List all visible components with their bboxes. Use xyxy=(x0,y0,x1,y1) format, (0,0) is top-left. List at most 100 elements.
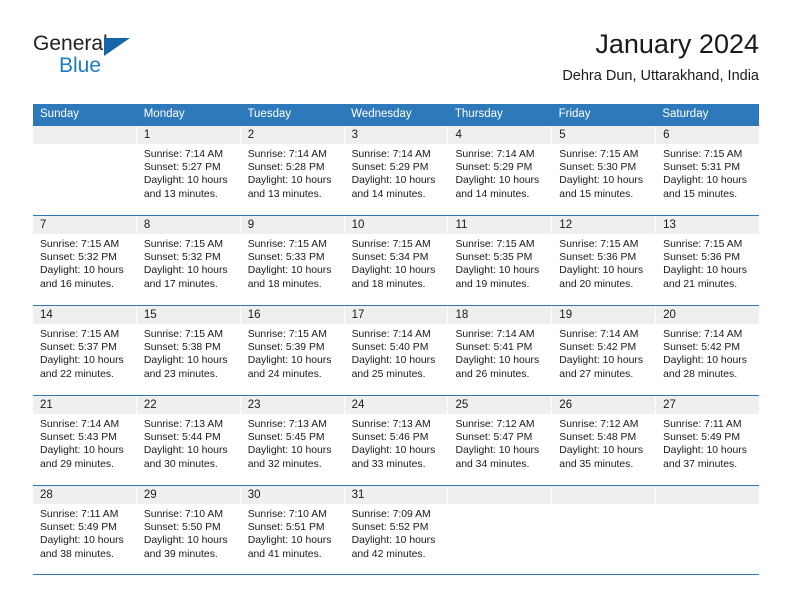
day-number: 30 xyxy=(240,486,344,504)
brand-name-blue: Blue xyxy=(59,54,102,77)
day-cell[interactable]: 3 Sunrise: 7:14 AM Sunset: 5:29 PM Daylight… xyxy=(344,126,449,215)
daylight-text-line1: Daylight: 10 hours xyxy=(559,445,644,457)
sunrise-text: Sunrise: 7:15 AM xyxy=(455,239,535,250)
day-cell[interactable]: 15 Sunrise: 7:15 AM Sunset: 5:38 PM Dayligh… xyxy=(136,306,241,395)
day-number: 13 xyxy=(656,216,760,234)
daylight-text-line1: Daylight: 10 hours xyxy=(247,265,332,277)
sunrise-text: Sunrise: 7:10 AM xyxy=(143,509,223,520)
day-cell[interactable]: 16 Sunrise: 7:15 AM Sunset: 5:39 PM Dayligh… xyxy=(240,306,345,395)
day-details: Sunrise: 7:11 AM Sunset: 5:49 PM Daylight:… xyxy=(33,504,136,561)
sunrise-text: Sunrise: 7:15 AM xyxy=(247,239,327,250)
daylight-text-line1: Daylight: 10 hours xyxy=(143,265,228,277)
day-cell[interactable]: 25 Sunrise: 7:12 AM Sunset: 5:47 PM Dayligh… xyxy=(448,396,553,485)
day-number xyxy=(552,486,656,504)
day-cell[interactable]: 10 Sunrise: 7:15 AM Sunset: 5:34 PM Dayligh… xyxy=(344,216,449,305)
sunset-text: Sunset: 5:33 PM xyxy=(247,252,325,264)
daylight-text-line1: Daylight: 10 hours xyxy=(143,355,228,367)
daylight-text-line1: Daylight: 10 hours xyxy=(40,265,124,277)
day-cell[interactable]: 2 Sunrise: 7:14 AM Sunset: 5:28 PM Daylight… xyxy=(240,126,345,215)
sunrise-text: Sunrise: 7:09 AM xyxy=(351,509,431,520)
daylight-text-line1: Daylight: 10 hours xyxy=(40,535,124,547)
day-cell[interactable] xyxy=(656,486,760,574)
brand-logo[interactable]: General Blue xyxy=(33,32,153,82)
daylight-text-line1: Daylight: 10 hours xyxy=(455,445,540,457)
day-number: 4 xyxy=(448,126,552,144)
weekday-header-monday: Monday xyxy=(143,108,185,120)
sunset-text: Sunset: 5:43 PM xyxy=(40,432,117,444)
day-cell[interactable]: 24 Sunrise: 7:13 AM Sunset: 5:46 PM Dayligh… xyxy=(344,396,449,485)
daylight-text-line1: Daylight: 10 hours xyxy=(247,445,332,457)
day-cell[interactable]: 1 Sunrise: 7:14 AM Sunset: 5:27 PM Daylight… xyxy=(136,126,241,215)
daylight-text-line1: Daylight: 10 hours xyxy=(351,175,436,187)
daylight-text-line2: and 24 minutes. xyxy=(247,368,322,380)
sunrise-text: Sunrise: 7:15 AM xyxy=(559,239,639,250)
sunrise-text: Sunrise: 7:15 AM xyxy=(663,239,743,250)
day-number: 1 xyxy=(136,126,240,144)
sunset-text: Sunset: 5:42 PM xyxy=(663,342,740,354)
day-cell[interactable]: 11 Sunrise: 7:15 AM Sunset: 5:35 PM Dayligh… xyxy=(448,216,553,305)
daylight-text-line2: and 38 minutes. xyxy=(40,548,114,560)
daylight-text-line1: Daylight: 10 hours xyxy=(663,265,747,277)
day-details: Sunrise: 7:12 AM Sunset: 5:47 PM Daylight:… xyxy=(448,414,551,471)
day-number: 17 xyxy=(344,306,448,324)
sunset-text: Sunset: 5:44 PM xyxy=(143,432,221,444)
day-cell[interactable]: 8 Sunrise: 7:15 AM Sunset: 5:32 PM Daylight… xyxy=(136,216,241,305)
day-cell[interactable]: 13 Sunrise: 7:15 AM Sunset: 5:36 PM Dayligh… xyxy=(656,216,760,305)
daylight-text-line2: and 39 minutes. xyxy=(143,548,218,560)
daylight-text-line1: Daylight: 10 hours xyxy=(247,355,332,367)
day-number: 22 xyxy=(136,396,240,414)
day-cell[interactable]: 4 Sunrise: 7:14 AM Sunset: 5:29 PM Daylight… xyxy=(448,126,553,215)
sunset-text: Sunset: 5:40 PM xyxy=(351,342,429,354)
day-cell[interactable]: 21 Sunrise: 7:14 AM Sunset: 5:43 PM Dayligh… xyxy=(33,396,137,485)
day-cell[interactable]: 14 Sunrise: 7:15 AM Sunset: 5:37 PM Dayligh… xyxy=(33,306,137,395)
day-cell[interactable]: 20 Sunrise: 7:14 AM Sunset: 5:42 PM Dayligh… xyxy=(656,306,760,395)
sunset-text: Sunset: 5:49 PM xyxy=(40,522,117,534)
sunset-text: Sunset: 5:29 PM xyxy=(455,162,533,174)
day-details: Sunrise: 7:13 AM Sunset: 5:45 PM Daylight:… xyxy=(241,414,344,471)
day-cell[interactable]: 31 Sunrise: 7:09 AM Sunset: 5:52 PM Dayligh… xyxy=(344,486,449,574)
day-cell[interactable]: 6 Sunrise: 7:15 AM Sunset: 5:31 PM Daylight… xyxy=(656,126,760,215)
day-cell[interactable]: 19 Sunrise: 7:14 AM Sunset: 5:42 PM Dayligh… xyxy=(552,306,657,395)
day-details: Sunrise: 7:10 AM Sunset: 5:50 PM Daylight:… xyxy=(137,504,240,561)
daylight-text-line2: and 41 minutes. xyxy=(247,548,322,560)
daylight-text-line2: and 29 minutes. xyxy=(40,458,114,470)
day-number: 28 xyxy=(33,486,136,504)
day-cell[interactable]: 18 Sunrise: 7:14 AM Sunset: 5:41 PM Dayligh… xyxy=(448,306,553,395)
sunset-text: Sunset: 5:42 PM xyxy=(559,342,637,354)
sunset-text: Sunset: 5:38 PM xyxy=(143,342,221,354)
daylight-text-line1: Daylight: 10 hours xyxy=(559,175,644,187)
day-cell[interactable]: 7 Sunrise: 7:15 AM Sunset: 5:32 PM Daylight… xyxy=(33,216,137,305)
day-cell[interactable]: 23 Sunrise: 7:13 AM Sunset: 5:45 PM Dayligh… xyxy=(240,396,345,485)
day-number: 16 xyxy=(240,306,344,324)
weekday-header-wednesday: Wednesday xyxy=(351,108,412,120)
day-cell[interactable]: 9 Sunrise: 7:15 AM Sunset: 5:33 PM Daylight… xyxy=(240,216,345,305)
daylight-text-line2: and 32 minutes. xyxy=(247,458,322,470)
day-cell[interactable] xyxy=(448,486,553,574)
day-cell[interactable] xyxy=(33,126,137,215)
day-details: Sunrise: 7:15 AM Sunset: 5:32 PM Daylight:… xyxy=(137,234,240,291)
day-cell[interactable] xyxy=(552,486,657,574)
day-details: Sunrise: 7:15 AM Sunset: 5:37 PM Daylight:… xyxy=(33,324,136,381)
daylight-text-line1: Daylight: 10 hours xyxy=(143,175,228,187)
day-number: 5 xyxy=(552,126,656,144)
daylight-text-line2: and 42 minutes. xyxy=(351,548,426,560)
day-cell[interactable]: 22 Sunrise: 7:13 AM Sunset: 5:44 PM Dayligh… xyxy=(136,396,241,485)
day-cell[interactable]: 5 Sunrise: 7:15 AM Sunset: 5:30 PM Daylight… xyxy=(552,126,657,215)
day-cell[interactable]: 17 Sunrise: 7:14 AM Sunset: 5:40 PM Dayligh… xyxy=(344,306,449,395)
day-cell[interactable]: 30 Sunrise: 7:10 AM Sunset: 5:51 PM Dayligh… xyxy=(240,486,345,574)
day-cell[interactable]: 28 Sunrise: 7:11 AM Sunset: 5:49 PM Dayligh… xyxy=(33,486,137,574)
day-details: Sunrise: 7:13 AM Sunset: 5:46 PM Daylight:… xyxy=(345,414,448,471)
sunset-text: Sunset: 5:35 PM xyxy=(455,252,533,264)
sunset-text: Sunset: 5:29 PM xyxy=(351,162,429,174)
day-cell[interactable]: 27 Sunrise: 7:11 AM Sunset: 5:49 PM Dayligh… xyxy=(656,396,760,485)
day-cell[interactable]: 26 Sunrise: 7:12 AM Sunset: 5:48 PM Dayligh… xyxy=(552,396,657,485)
sunset-text: Sunset: 5:52 PM xyxy=(351,522,429,534)
day-cell[interactable]: 12 Sunrise: 7:15 AM Sunset: 5:36 PM Dayligh… xyxy=(552,216,657,305)
daylight-text-line1: Daylight: 10 hours xyxy=(663,175,747,187)
day-cell[interactable]: 29 Sunrise: 7:10 AM Sunset: 5:50 PM Dayligh… xyxy=(136,486,241,574)
day-details: Sunrise: 7:15 AM Sunset: 5:36 PM Daylight:… xyxy=(656,234,759,291)
day-number: 24 xyxy=(344,396,448,414)
week-row: 14 Sunrise: 7:15 AM Sunset: 5:37 PM Dayligh… xyxy=(33,305,760,395)
sunrise-text: Sunrise: 7:15 AM xyxy=(663,149,743,160)
sunset-text: Sunset: 5:46 PM xyxy=(351,432,429,444)
